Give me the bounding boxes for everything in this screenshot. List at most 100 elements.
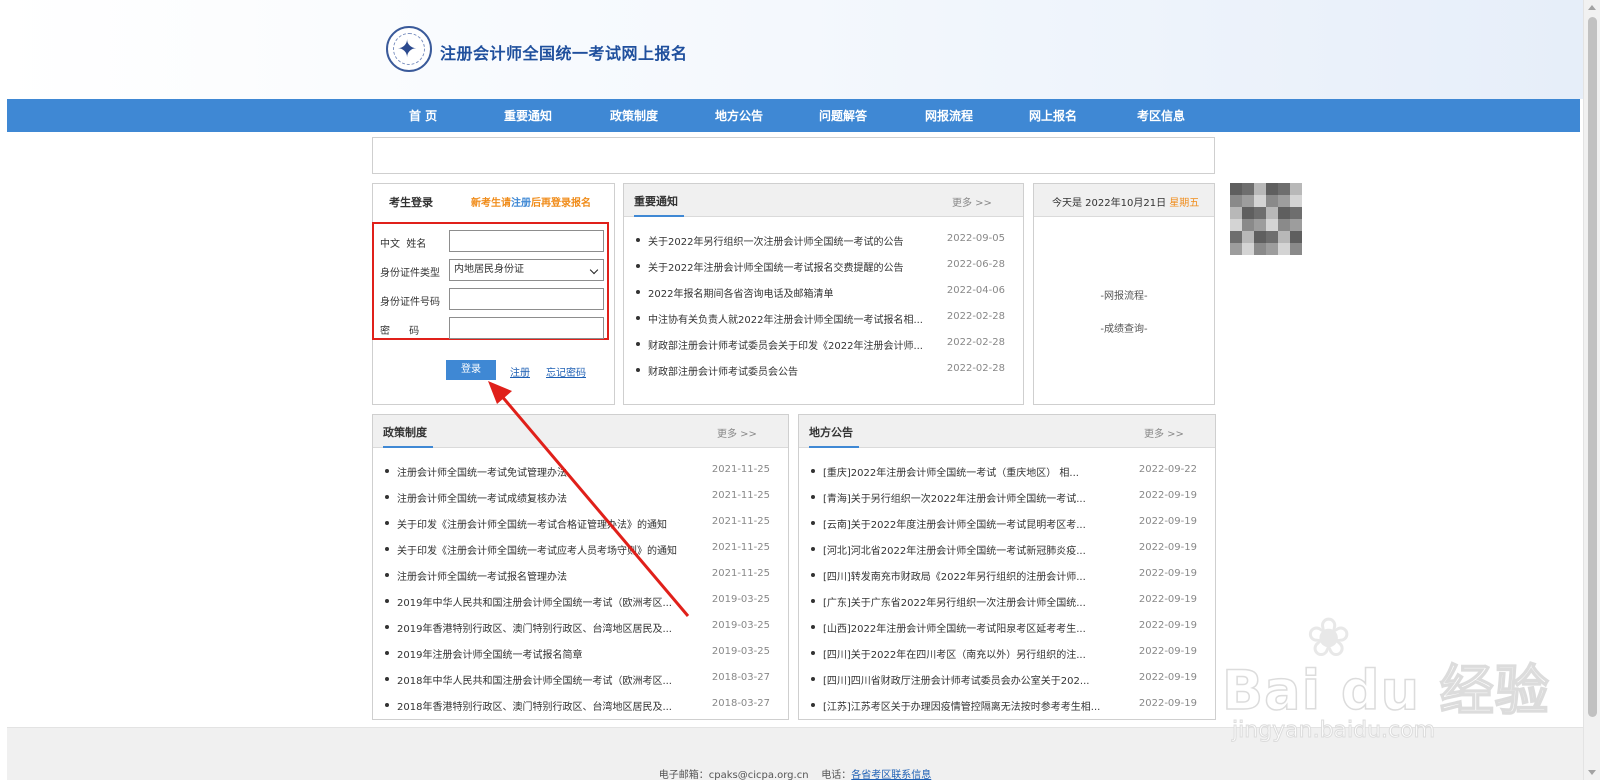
list-item[interactable]: 2018年中华人民共和国注册会计师全国统一考试（欧洲考区... 2018-03-2…	[383, 670, 778, 696]
login-hint-register-link[interactable]: 注册	[511, 198, 531, 209]
password-label: 密 码	[380, 326, 420, 337]
id-type-label: 身份证件类型	[380, 268, 440, 279]
header: ✦ 注册会计师全国统一考试网上报名	[0, 0, 1583, 99]
local-more-link[interactable]: 更多 >>	[1144, 425, 1184, 440]
qr-block	[1266, 219, 1278, 231]
list-item[interactable]: [广东]关于广东省2022年另行组织一次注册会计师全国统... 2022-09-1…	[809, 592, 1205, 618]
list-item[interactable]: [重庆]2022年注册会计师全国统一考试（重庆地区） 相... 2022-09-2…	[809, 462, 1205, 488]
bullet-icon	[811, 599, 815, 603]
nav-register[interactable]: 网上报名	[1029, 107, 1077, 124]
list-item[interactable]: 财政部注册会计师考试委员会关于印发《2022年注册会计师... 2022-02-2…	[634, 335, 1013, 361]
item-date: 2019-03-25	[711, 646, 770, 657]
nav-faq[interactable]: 问题解答	[819, 107, 867, 124]
bullet-icon	[811, 495, 815, 499]
side-header: 今天是 2022年10月21日 星期五	[1034, 184, 1214, 217]
qr-block	[1230, 243, 1242, 255]
qr-block	[1278, 195, 1290, 207]
nav-process[interactable]: 网报流程	[925, 107, 973, 124]
logo-star-icon: ✦	[397, 35, 418, 63]
list-item[interactable]: 关于2022年另行组织一次注册会计师全国统一考试的公告 2022-09-05	[634, 231, 1013, 257]
list-item[interactable]: 注册会计师全国统一考试免试管理办法 2021-11-25	[383, 462, 778, 488]
item-date: 2019-03-25	[711, 594, 770, 605]
list-item[interactable]: 2019年中华人民共和国注册会计师全国统一考试（欧洲考区... 2019-03-2…	[383, 592, 778, 618]
item-date: 2022-09-19	[1138, 542, 1197, 553]
today-date: 今天是 2022年10月21日 星期五	[1052, 194, 1199, 209]
login-button[interactable]: 登录	[446, 360, 496, 380]
policy-more-link[interactable]: 更多 >>	[717, 425, 757, 440]
list-item[interactable]: [云南]关于2022年度注册会计师全国统一考试昆明考区考... 2022-09-1…	[809, 514, 1205, 540]
item-title: [四川]四川省财政厅注册会计师考试委员会办公室关于202...	[823, 676, 1090, 687]
item-title: 财政部注册会计师考试委员会关于印发《2022年注册会计师...	[648, 341, 923, 352]
scrollbar-thumb[interactable]	[1588, 17, 1597, 717]
qr-block	[1242, 219, 1254, 231]
notices-title: 重要通知	[634, 195, 678, 208]
list-item[interactable]: [四川]四川省财政厅注册会计师考试委员会办公室关于202... 2022-09-1…	[809, 670, 1205, 696]
list-item[interactable]: [山西]2022年注册会计师全国统一考试阳泉考区延考考生... 2022-09-1…	[809, 618, 1205, 644]
id-number-input[interactable]	[449, 288, 604, 310]
item-date: 2022-09-19	[1138, 490, 1197, 501]
qr-block	[1230, 195, 1242, 207]
item-title: [河北]河北省2022年注册会计师全国统一考试新冠肺炎疫...	[823, 546, 1086, 557]
bullet-icon	[636, 264, 640, 268]
date-text: 今天是 2022年10月21日	[1052, 198, 1170, 209]
list-item[interactable]: 关于2022年注册会计师全国统一考试报名交费提醒的公告 2022-06-28	[634, 257, 1013, 283]
item-title: 2018年中华人民共和国注册会计师全国统一考试（欧洲考区...	[397, 676, 672, 687]
list-item[interactable]: [河北]河北省2022年注册会计师全国统一考试新冠肺炎疫... 2022-09-1…	[809, 540, 1205, 566]
list-item[interactable]: 注册会计师全国统一考试成绩复核办法 2021-11-25	[383, 488, 778, 514]
list-item[interactable]: [四川]关于2022年在四川考区（南充以外）另行组织的注... 2022-09-1…	[809, 644, 1205, 670]
qr-block	[1278, 207, 1290, 219]
notices-more-link[interactable]: 更多 >>	[952, 194, 992, 209]
list-item[interactable]: [四川]转发南充市财政局《2022年另行组织的注册会计师... 2022-09-1…	[809, 566, 1205, 592]
footer-contact-link[interactable]: 各省考区联系信息	[851, 770, 931, 780]
qr-block	[1230, 219, 1242, 231]
nav-local[interactable]: 地方公告	[715, 107, 763, 124]
list-item[interactable]: 中注协有关负责人就2022年注册会计师全国统一考试报名相... 2022-02-2…	[634, 309, 1013, 335]
policy-panel: 政策制度 更多 >> 注册会计师全国统一考试免试管理办法 2021-11-25 注册…	[372, 414, 789, 720]
list-item[interactable]: 关于印发《注册会计师全国统一考试合格证管理办法》的通知 2021-11-25	[383, 514, 778, 540]
bullet-icon	[385, 469, 389, 473]
list-item[interactable]: 注册会计师全国统一考试报名管理办法 2021-11-25	[383, 566, 778, 592]
name-input[interactable]	[449, 230, 604, 252]
qr-block	[1278, 243, 1290, 255]
qr-block	[1242, 207, 1254, 219]
list-item[interactable]: 2022年报名期间各省咨询电话及邮箱清单 2022-04-06	[634, 283, 1013, 309]
vertical-scrollbar[interactable]	[1583, 0, 1600, 780]
qr-block	[1290, 219, 1302, 231]
item-date: 2022-02-28	[946, 363, 1005, 374]
list-item[interactable]: 财政部注册会计师考试委员会公告 2022-02-28	[634, 361, 1013, 387]
local-panel: 地方公告 更多 >> [重庆]2022年注册会计师全国统一考试（重庆地区） 相.…	[798, 414, 1216, 720]
list-item[interactable]: [青海]关于另行组织一次2022年注册会计师全国统一考试... 2022-09-1…	[809, 488, 1205, 514]
item-title: [四川]关于2022年在四川考区（南充以外）另行组织的注...	[823, 650, 1086, 661]
login-hint: 新考生请注册后再登录报名	[471, 194, 591, 209]
list-item[interactable]: [江苏]江苏考区关于办理因疫情管控隔离无法按时参考考生相... 2022-09-1…	[809, 696, 1205, 722]
qr-block	[1254, 231, 1266, 243]
list-item[interactable]: 关于印发《注册会计师全国统一考试应考人员考场守则》的通知 2021-11-25	[383, 540, 778, 566]
list-item[interactable]: 2019年注册会计师全国统一考试报名简章 2019-03-25	[383, 644, 778, 670]
site-title: 注册会计师全国统一考试网上报名	[440, 44, 688, 63]
login-panel: 考生登录 新考生请注册后再登录报名 中文 姓名 身份证件类型 内地居民身份证 身…	[372, 183, 615, 405]
item-title: 2019年中华人民共和国注册会计师全国统一考试（欧洲考区...	[397, 598, 672, 609]
nav-policy[interactable]: 政策制度	[610, 107, 658, 124]
nav-exam-area[interactable]: 考区信息	[1137, 107, 1185, 124]
item-title: 财政部注册会计师考试委员会公告	[648, 367, 798, 378]
side-link-scores[interactable]: -成绩查询-	[1034, 320, 1214, 335]
scroll-up-icon[interactable]	[1588, 5, 1596, 10]
qr-block	[1242, 243, 1254, 255]
side-link-process[interactable]: -网报流程-	[1034, 287, 1214, 302]
register-link[interactable]: 注册	[510, 364, 530, 379]
id-type-select[interactable]: 内地居民身份证	[449, 259, 604, 281]
item-date: 2022-06-28	[946, 259, 1005, 270]
password-input[interactable]	[449, 317, 604, 339]
forgot-password-link[interactable]: 忘记密码	[546, 364, 586, 379]
nav-home[interactable]: 首 页	[409, 107, 437, 124]
qr-block	[1266, 207, 1278, 219]
qr-block	[1242, 231, 1254, 243]
item-date: 2022-09-19	[1138, 672, 1197, 683]
item-date: 2021-11-25	[711, 490, 770, 501]
qr-block	[1230, 231, 1242, 243]
list-item[interactable]: 2019年香港特别行政区、澳门特别行政区、台湾地区居民及... 2019-03-2…	[383, 618, 778, 644]
list-item[interactable]: 2018年香港特别行政区、澳门特别行政区、台湾地区居民及... 2018-03-2…	[383, 696, 778, 722]
scroll-down-icon[interactable]	[1588, 770, 1596, 775]
nav-notices[interactable]: 重要通知	[504, 107, 552, 124]
bullet-icon	[811, 573, 815, 577]
